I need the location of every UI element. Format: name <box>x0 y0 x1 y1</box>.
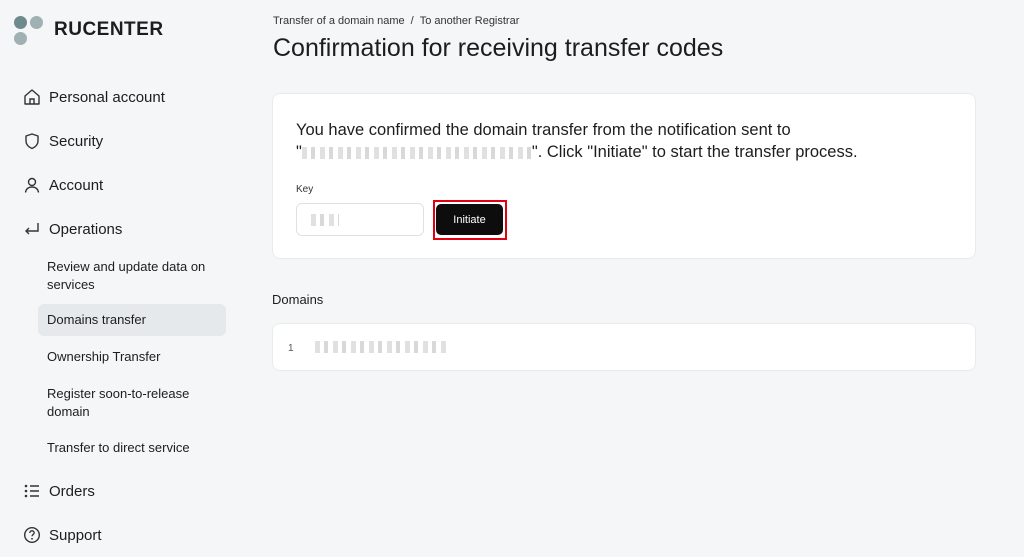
redacted-email <box>301 146 532 159</box>
sidebar-item-label: Support <box>49 526 102 544</box>
domains-section-title: Domains <box>272 292 324 307</box>
sidebar-item-label: Personal account <box>49 88 165 106</box>
sidebar-item-orders[interactable]: Orders <box>22 479 95 503</box>
domains-list: 1 <box>272 323 976 371</box>
confirmation-card: You have confirmed the domain transfer f… <box>272 93 976 259</box>
key-input[interactable] <box>296 203 424 236</box>
logo-mark-icon <box>14 14 46 46</box>
sidebar-subitem-review-update[interactable]: Review and update data on services <box>38 258 226 294</box>
sidebar-subitem-register-soon-to-release[interactable]: Register soon-to-release domain <box>38 385 226 421</box>
user-icon <box>22 175 42 195</box>
sidebar-item-label: Account <box>49 176 104 194</box>
redacted-domain-name <box>315 341 450 353</box>
sidebar-subitem-transfer-direct[interactable]: Transfer to direct service <box>38 439 226 457</box>
breadcrumb: Transfer of a domain name / To another Reg… <box>273 15 519 27</box>
sidebar-item-support[interactable]: Support <box>22 523 102 547</box>
shield-icon <box>22 131 42 151</box>
row-index: 1 <box>288 343 294 354</box>
sidebar-item-personal-account[interactable]: Personal account <box>22 85 165 109</box>
message-part1: You have confirmed the domain transfer f… <box>296 121 791 139</box>
sidebar-item-label: Security <box>49 132 104 150</box>
sidebar-item-label: Orders <box>49 482 95 500</box>
sidebar-item-security[interactable]: Security <box>22 129 103 153</box>
sidebar-subitem-domains-transfer[interactable]: Domains transfer <box>38 304 226 336</box>
breadcrumb-item-transfer-domain[interactable]: Transfer of a domain name <box>273 15 405 27</box>
sidebar-item-operations[interactable]: Operations <box>22 217 122 241</box>
brand-name: RUCENTER <box>54 19 164 40</box>
breadcrumb-item-another-registrar[interactable]: To another Registrar <box>420 15 520 27</box>
home-icon <box>22 87 42 107</box>
key-label: Key <box>296 184 314 195</box>
sidebar-subitem-ownership-transfer[interactable]: Ownership Transfer <box>38 348 226 366</box>
list-icon <box>22 481 42 501</box>
return-arrow-icon <box>22 219 42 239</box>
sidebar: RUCENTER Personal account Security Accou… <box>0 0 250 557</box>
help-circle-icon <box>22 525 42 545</box>
brand-logo[interactable]: RUCENTER <box>14 14 164 46</box>
message-part2: ". Click "Initiate" to start the transfe… <box>531 143 858 161</box>
page-title: Confirmation for receiving transfer code… <box>273 34 724 62</box>
initiate-button[interactable]: Initiate <box>436 204 503 235</box>
breadcrumb-separator: / <box>410 15 414 27</box>
confirmation-message: You have confirmed the domain transfer f… <box>296 119 936 163</box>
sidebar-item-account[interactable]: Account <box>22 173 103 197</box>
redacted-key <box>311 213 339 226</box>
sidebar-item-label: Operations <box>49 220 123 238</box>
